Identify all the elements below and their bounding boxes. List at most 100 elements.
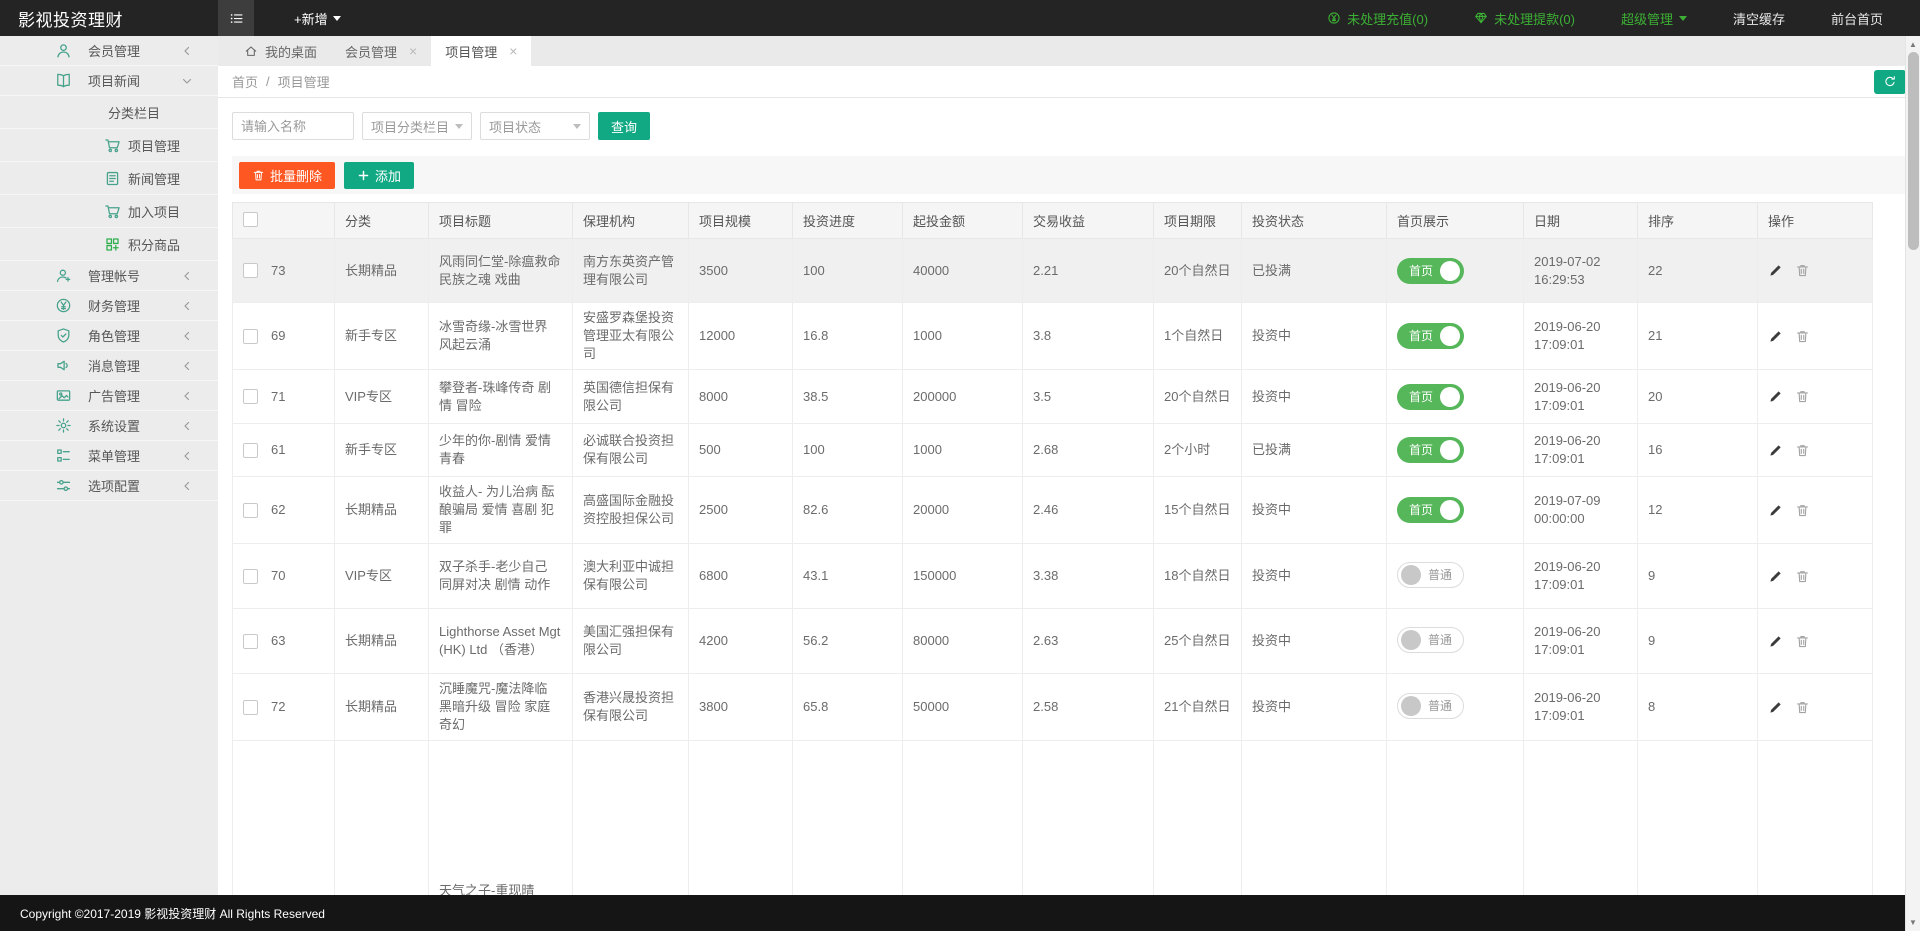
edit-icon[interactable]	[1768, 389, 1783, 404]
scrollbar-down-arrow[interactable]: ▼	[1906, 916, 1920, 929]
sidebar-item-1[interactable]: 项目新闻	[0, 66, 218, 96]
row-select-id: 61	[243, 441, 324, 459]
sidebar-item-6[interactable]: 积分商品	[0, 228, 218, 261]
sidebar-item-3[interactable]: 项目管理	[0, 129, 218, 162]
sidebar-item-10[interactable]: 消息管理	[0, 351, 218, 381]
sidebar-item-13[interactable]: 菜单管理	[0, 441, 218, 471]
row-checkbox[interactable]	[243, 443, 258, 458]
title-cell: 双子杀手-老少自己 同屏对决 剧情 动作	[429, 544, 573, 609]
profit-value: 2.58	[1033, 699, 1058, 714]
title-value: 收益人- 为儿治病 酝酿骗局 爱情 喜剧 犯罪	[439, 484, 555, 535]
delete-icon[interactable]	[1795, 634, 1810, 649]
row-actions	[1768, 389, 1862, 404]
sidebar-item-12[interactable]: 系统设置	[0, 411, 218, 441]
row-checkbox[interactable]	[243, 700, 258, 715]
sidebar-item-0[interactable]: 会员管理	[0, 36, 218, 66]
row-select-id: 73	[243, 262, 324, 280]
breadcrumb-home-link[interactable]: 首页	[232, 72, 258, 91]
status-filter-select[interactable]: 项目状态	[480, 112, 590, 140]
row-checkbox[interactable]	[243, 503, 258, 518]
sidebar-item-4[interactable]: 新闻管理	[0, 162, 218, 195]
select-cell: 70	[233, 544, 335, 609]
name-search-input[interactable]	[232, 112, 354, 140]
duration-cell: 1个自然日	[1154, 303, 1242, 370]
row-checkbox[interactable]	[243, 389, 258, 404]
delete-icon[interactable]	[1795, 443, 1810, 458]
sidebar-item-8[interactable]: 财务管理	[0, 291, 218, 321]
delete-icon[interactable]	[1795, 389, 1810, 404]
vertical-scrollbar[interactable]: ▲ ▼	[1905, 36, 1920, 931]
sidebar-toggle-button[interactable]	[218, 0, 254, 36]
edit-icon[interactable]	[1768, 263, 1783, 278]
sidebar-item-2[interactable]: 分类栏目	[0, 96, 218, 129]
table-row: 72长期精品沉睡魔咒-魔法降临 黑暗升级 冒险 家庭 奇幻香港兴晟投资担保有限公…	[233, 674, 1873, 741]
tab-0[interactable]: 我的桌面	[230, 36, 331, 66]
sidebar-item-7[interactable]: 管理帐号	[0, 261, 218, 291]
title-cell: 冰雪奇缘-冰雪世界 风起云涌	[429, 303, 573, 370]
select-all-checkbox[interactable]	[243, 212, 258, 227]
category-cell: 长期精品	[335, 477, 429, 544]
shield-icon	[55, 327, 72, 344]
scrollbar-thumb[interactable]	[1908, 52, 1919, 250]
edit-icon[interactable]	[1768, 634, 1783, 649]
sidebar-item-9[interactable]: 角色管理	[0, 321, 218, 351]
featured-toggle[interactable]: 普通	[1397, 693, 1464, 719]
edit-icon[interactable]	[1768, 700, 1783, 715]
featured-toggle[interactable]: 首页	[1397, 258, 1464, 284]
title-value: 风雨同仁堂-除瘟救命 民族之魂 戏曲	[439, 254, 560, 287]
refresh-button[interactable]	[1874, 70, 1906, 94]
edit-icon[interactable]	[1768, 569, 1783, 584]
chevron-left-icon	[182, 391, 192, 401]
featured-toggle[interactable]: 普通	[1397, 562, 1464, 588]
status-value: 已投满	[1252, 442, 1291, 457]
front-home-link[interactable]: 前台首页	[1808, 0, 1906, 36]
scrollbar-up-arrow[interactable]: ▲	[1906, 38, 1920, 51]
duration-value: 18个自然日	[1164, 568, 1230, 583]
scale-cell: 3500	[689, 239, 793, 303]
new-dropdown-button[interactable]: +新增	[294, 9, 341, 28]
featured-toggle[interactable]: 首页	[1397, 437, 1464, 463]
edit-icon[interactable]	[1768, 503, 1783, 518]
featured-toggle[interactable]: 普通	[1397, 627, 1464, 653]
tab-1[interactable]: 会员管理×	[331, 36, 431, 66]
sidebar-item-14[interactable]: 选项配置	[0, 471, 218, 501]
add-button[interactable]: 添加	[344, 162, 414, 189]
featured-toggle[interactable]: 首页	[1397, 323, 1464, 349]
edit-icon[interactable]	[1768, 329, 1783, 344]
featured-toggle[interactable]: 首页	[1397, 384, 1464, 410]
batch-delete-button[interactable]: 批量删除	[239, 162, 335, 189]
profit-cell: 3.5	[1023, 370, 1154, 424]
table-row: 73长期精品风雨同仁堂-除瘟救命 民族之魂 戏曲南方东英资产管理有限公司3500…	[233, 239, 1873, 303]
admin-role-menu[interactable]: 超级管理	[1598, 0, 1710, 36]
sidebar-item-11[interactable]: 广告管理	[0, 381, 218, 411]
select-cell	[233, 741, 335, 896]
search-button[interactable]: 查询	[598, 112, 650, 140]
sort-value: 16	[1648, 442, 1662, 457]
category-filter-select[interactable]: 项目分类栏目	[362, 112, 472, 140]
pending-withdraw-link[interactable]: 未处理提款(0)	[1451, 0, 1598, 36]
pending-recharge-link[interactable]: 未处理充值(0)	[1304, 0, 1451, 36]
edit-icon[interactable]	[1768, 443, 1783, 458]
duration-cell: 21个自然日	[1154, 674, 1242, 741]
delete-icon[interactable]	[1795, 569, 1810, 584]
row-checkbox[interactable]	[243, 634, 258, 649]
admin-role-label: 超级管理	[1621, 9, 1673, 28]
category-cell: 长期精品	[335, 239, 429, 303]
clear-cache-link[interactable]: 清空缓存	[1710, 0, 1808, 36]
delete-icon[interactable]	[1795, 263, 1810, 278]
featured-toggle[interactable]: 首页	[1397, 497, 1464, 523]
row-checkbox[interactable]	[243, 569, 258, 584]
row-checkbox[interactable]	[243, 263, 258, 278]
delete-icon[interactable]	[1795, 329, 1810, 344]
row-checkbox[interactable]	[243, 329, 258, 344]
min-invest-value: 80000	[913, 633, 949, 648]
tab-close-icon[interactable]: ×	[409, 44, 417, 58]
profit-value: 2.46	[1033, 502, 1058, 517]
table-action-strip: 批量删除 添加	[232, 156, 1906, 194]
delete-icon[interactable]	[1795, 700, 1810, 715]
sidebar-item-5[interactable]: 加入项目	[0, 195, 218, 228]
min-invest-value: 1000	[913, 328, 942, 343]
delete-icon[interactable]	[1795, 503, 1810, 518]
tab-close-icon[interactable]: ×	[509, 44, 517, 58]
tab-2[interactable]: 项目管理×	[431, 36, 531, 66]
